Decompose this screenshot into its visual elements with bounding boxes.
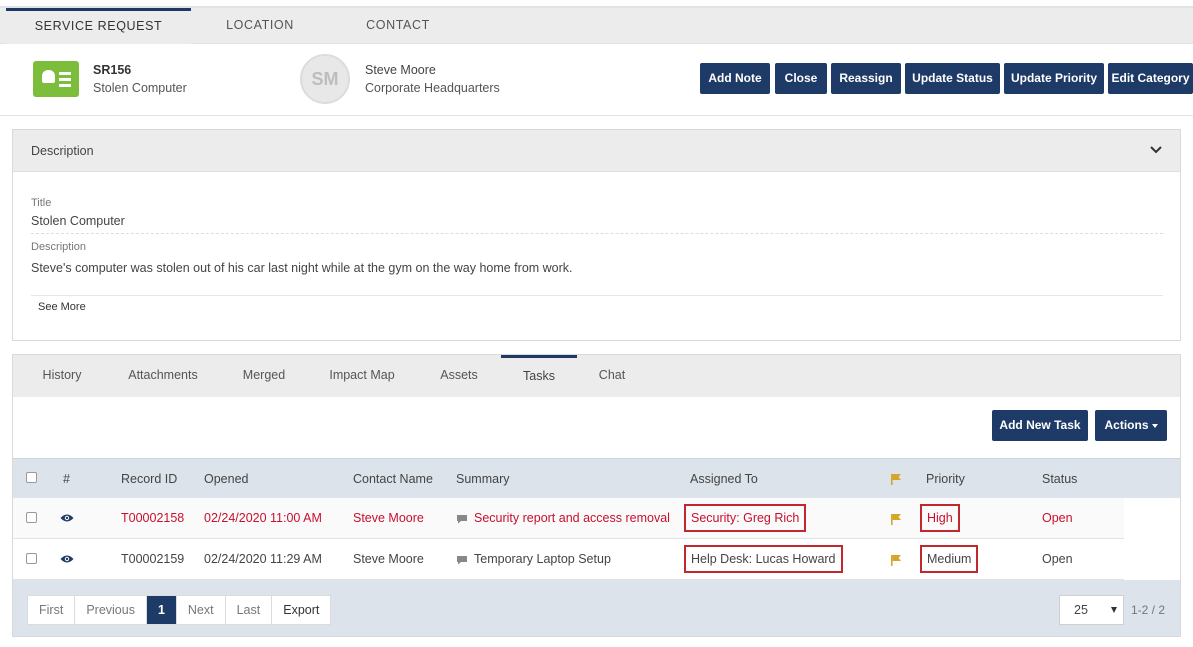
table-header: # Record ID Opened Contact Name Summary … <box>13 458 1180 498</box>
close-button[interactable]: Close <box>775 63 827 94</box>
priority-cell: High <box>920 504 960 532</box>
flag-icon <box>891 555 901 566</box>
status-cell: Open <box>1042 511 1073 525</box>
update-status-button[interactable]: Update Status <box>905 63 1000 94</box>
export-button[interactable]: Export <box>272 596 330 624</box>
actions-label: Actions <box>1104 418 1149 432</box>
tasks-panel: History Attachments Merged Impact Map As… <box>12 354 1181 637</box>
description-label: Description <box>31 241 87 253</box>
description-panel-header[interactable]: Description <box>13 130 1180 172</box>
tab-service-request[interactable]: SERVICE REQUEST <box>6 8 191 44</box>
column-header-contact-name[interactable]: Contact Name <box>353 472 433 486</box>
select-all-checkbox[interactable] <box>26 472 37 483</box>
request-header: SR156 Stolen Computer SM Steve Moore Cor… <box>0 44 1193 116</box>
opened-date: 02/24/2020 11:00 AM <box>204 511 322 525</box>
column-header-status[interactable]: Status <box>1042 472 1077 486</box>
dropdown-arrow-icon <box>1111 607 1117 613</box>
chevron-down-icon[interactable] <box>1148 142 1164 158</box>
priority-cell: Medium <box>920 545 979 573</box>
row-checkbox[interactable] <box>26 553 37 564</box>
tab-chat[interactable]: Chat <box>585 355 639 397</box>
contact-location[interactable]: Corporate Headquarters <box>365 81 500 95</box>
column-header-number[interactable]: # <box>63 472 70 486</box>
edit-category-button[interactable]: Edit Category <box>1108 63 1193 94</box>
column-header-assigned-to[interactable]: Assigned To <box>690 472 758 486</box>
pagination: First Previous 1 Next Last Export <box>27 595 332 625</box>
eye-icon[interactable] <box>60 554 74 564</box>
page-1-button[interactable]: 1 <box>146 596 177 624</box>
flag-icon <box>891 514 901 525</box>
title-value: Stolen Computer <box>31 214 125 228</box>
last-page-button[interactable]: Last <box>226 596 273 624</box>
summary-text: Security report and access removal <box>474 511 670 525</box>
first-page-button[interactable]: First <box>28 596 76 624</box>
record-id[interactable]: T00002159 <box>121 552 184 566</box>
table-row[interactable]: T00002158 02/24/2020 11:00 AM Steve Moor… <box>13 498 1124 539</box>
page-size-value: 25 <box>1074 603 1088 617</box>
comment-icon <box>457 555 467 565</box>
column-header-opened[interactable]: Opened <box>204 472 248 486</box>
add-note-button[interactable]: Add Note <box>700 63 770 94</box>
opened-date: 02/24/2020 11:29 AM <box>204 552 322 566</box>
column-header-priority[interactable]: Priority <box>926 472 965 486</box>
tab-tasks[interactable]: Tasks <box>501 355 577 397</box>
tab-history[interactable]: History <box>23 355 101 397</box>
result-range: 1-2 / 2 <box>1131 603 1166 617</box>
contact-name[interactable]: Steve Moore <box>365 63 436 77</box>
next-page-button[interactable]: Next <box>177 596 226 624</box>
sub-tab-bar: History Attachments Merged Impact Map As… <box>13 355 1180 397</box>
assigned-to-cell: Security: Greg Rich <box>684 504 807 532</box>
contact-name-cell: Steve Moore <box>353 511 424 525</box>
flag-icon <box>891 474 901 485</box>
tab-assets[interactable]: Assets <box>424 355 494 397</box>
divider <box>31 295 1163 296</box>
divider <box>31 233 1163 234</box>
tab-impact-map[interactable]: Impact Map <box>316 355 408 397</box>
reassign-button[interactable]: Reassign <box>831 63 901 94</box>
title-label: Title <box>31 197 52 209</box>
table-footer: First Previous 1 Next Last Export 25 1-2… <box>13 580 1180 636</box>
top-tab-bar: SERVICE REQUEST LOCATION CONTACT <box>0 8 1193 44</box>
tab-location[interactable]: LOCATION <box>200 8 320 44</box>
request-id: SR156 <box>93 63 132 77</box>
eye-icon[interactable] <box>60 513 74 523</box>
assigned-to-cell: Help Desk: Lucas Howard <box>684 545 843 573</box>
update-priority-button[interactable]: Update Priority <box>1004 63 1104 94</box>
avatar: SM <box>300 54 350 104</box>
description-value: Steve's computer was stolen out of his c… <box>31 261 573 275</box>
table-row[interactable]: T00002159 02/24/2020 11:29 AM Steve Moor… <box>13 539 1124 580</box>
column-header-summary[interactable]: Summary <box>456 472 509 486</box>
caret-down-icon <box>1151 423 1158 428</box>
tab-attachments[interactable]: Attachments <box>113 355 213 397</box>
previous-page-button[interactable]: Previous <box>75 596 147 624</box>
tab-merged[interactable]: Merged <box>227 355 301 397</box>
summary-text: Temporary Laptop Setup <box>474 552 611 566</box>
column-header-record-id[interactable]: Record ID <box>121 472 177 486</box>
row-checkbox[interactable] <box>26 512 37 523</box>
contact-name-cell: Steve Moore <box>353 552 424 566</box>
contact-card-icon <box>33 61 79 97</box>
summary-cell: Security report and access removal <box>456 511 670 525</box>
see-more-link[interactable]: See More <box>38 301 86 313</box>
description-panel: Description Title Stolen Computer Descri… <box>12 129 1181 341</box>
summary-cell: Temporary Laptop Setup <box>456 552 611 566</box>
page-size-select[interactable]: 25 <box>1059 595 1124 625</box>
status-cell: Open <box>1042 552 1073 566</box>
request-title: Stolen Computer <box>93 81 187 95</box>
actions-dropdown-button[interactable]: Actions <box>1095 410 1167 441</box>
add-new-task-button[interactable]: Add New Task <box>992 410 1088 441</box>
comment-icon <box>457 514 467 524</box>
description-heading: Description <box>31 144 94 158</box>
record-id[interactable]: T00002158 <box>121 511 184 525</box>
tab-contact[interactable]: CONTACT <box>338 8 458 44</box>
